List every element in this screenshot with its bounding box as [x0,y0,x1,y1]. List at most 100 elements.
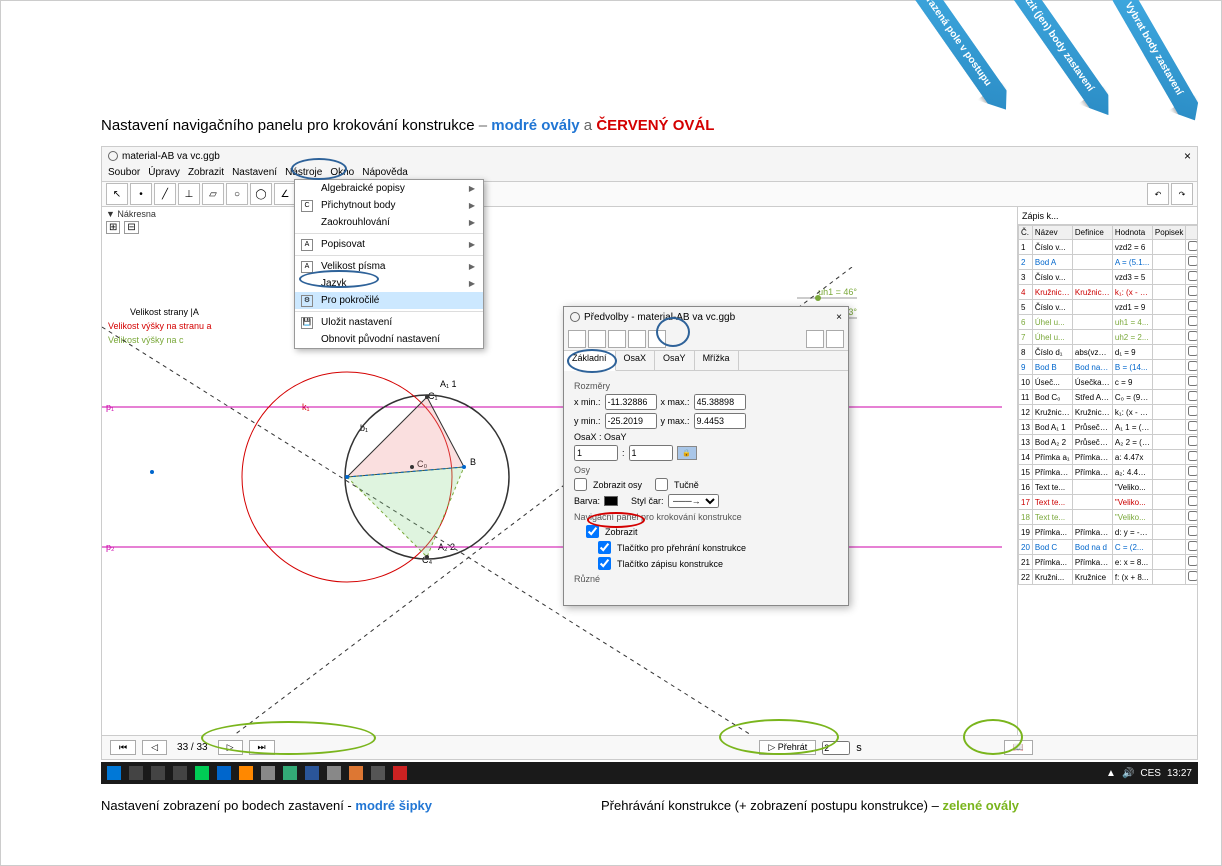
tool-point[interactable]: • [130,183,152,205]
table-row[interactable]: 14Přímka a₁Přímka vedenáa: 4.47x [1019,450,1198,465]
close-button[interactable]: × [1184,149,1191,163]
breakpoint-checkbox[interactable] [1188,496,1197,506]
table-row[interactable]: 21Přímka...Přímka bodeme: x = 8... [1019,555,1198,570]
taskbar-lang[interactable]: CES [1140,768,1161,779]
breakpoint-checkbox[interactable] [1188,556,1197,566]
nav-last-button[interactable]: ⏭ [249,740,275,755]
table-row[interactable]: 13Bod A₂ 2Průsečík k₁, k₁A₂ 2 = (9.16, [1019,435,1198,450]
ymin-input[interactable] [605,413,657,429]
breakpoint-checkbox[interactable] [1188,316,1197,326]
nav-prev-button[interactable]: ◁ [142,740,167,755]
table-row[interactable]: 9Bod BBod na KružniciB = (14... [1019,360,1198,375]
breakpoint-checkbox[interactable] [1188,481,1197,491]
dropdown-item[interactable]: ⚙Pro pokročilé [295,292,483,309]
nav-next-button[interactable]: ▷ [218,740,243,755]
protocol-table[interactable]: Č.NázevDefiniceHodnotaPopisek 1Číslo v..… [1018,225,1197,585]
graphics-view[interactable]: ▼ Nákresna ⊞ ⊟ uh1 = 46° uh2 = 23° Velik… [102,207,1017,735]
taskbar-app6[interactable] [349,766,363,780]
table-row[interactable]: 2Bod AA = (5.1... [1019,255,1198,270]
menu-zobrazit[interactable]: Zobrazit [188,167,224,179]
bold-checkbox[interactable] [655,478,668,491]
prefs-ico-4[interactable] [628,330,646,348]
start-button[interactable] [107,766,121,780]
prefs-tab-mrizka[interactable]: Mřížka [695,351,739,370]
table-row[interactable]: 1Číslo v...vzd2 = 6 [1019,240,1198,255]
table-row[interactable]: 17Text te..."Veliko... [1019,495,1198,510]
taskbar-network-icon[interactable]: 🔊 [1122,768,1134,779]
breakpoint-checkbox[interactable] [1188,256,1197,266]
breakpoint-checkbox[interactable] [1188,541,1197,551]
table-row[interactable]: 16Text te..."Veliko... [1019,480,1198,495]
breakpoint-checkbox[interactable] [1188,421,1197,431]
breakpoint-checkbox[interactable] [1188,376,1197,386]
taskbar-ie[interactable] [217,766,231,780]
prefs-ico-1[interactable] [568,330,586,348]
prefs-ico-7[interactable] [826,330,844,348]
table-row[interactable]: 3Číslo v...vzd3 = 5 [1019,270,1198,285]
breakpoint-checkbox[interactable] [1188,286,1197,296]
prefs-tab-osax[interactable]: OsaX [616,351,656,370]
taskbar-word[interactable] [305,766,319,780]
taskbar-tray-icon[interactable]: ▲ [1106,768,1116,779]
taskbar-app2[interactable] [239,766,253,780]
undo-button[interactable]: ↶ [1147,183,1169,205]
breakpoint-checkbox[interactable] [1188,571,1197,581]
navpanel-record-checkbox[interactable] [598,557,611,570]
taskbar-clock[interactable]: 13:27 [1167,768,1192,779]
protocol-header-cell[interactable]: Popisek [1152,226,1185,240]
breakpoint-checkbox[interactable] [1188,361,1197,371]
nav-play-button[interactable]: ▷ Přehrát [759,740,816,755]
dropdown-item[interactable]: Zaokrouhlování▶ [295,214,483,231]
xmax-input[interactable] [694,394,746,410]
table-row[interactable]: 19Přímka...Přímka vedenád: y = -4... [1019,525,1198,540]
breakpoint-checkbox[interactable] [1188,451,1197,461]
table-row[interactable]: 7Úhel u...uh2 = 2... [1019,330,1198,345]
xmin-input[interactable] [605,394,657,410]
menu-okno[interactable]: Okno [330,167,354,179]
tool-angle[interactable]: ∠ [274,183,296,205]
protocol-header-cell[interactable]: Definice [1072,226,1112,240]
table-row[interactable]: 13Bod A₁ 1Průsečík k₁, k₁A₁ 1 = (9.16, [1019,420,1198,435]
prefs-ico-3[interactable] [608,330,626,348]
breakpoint-checkbox[interactable] [1188,301,1197,311]
prefs-tab-zakladni[interactable]: Základní [564,351,616,371]
protocol-header-cell[interactable] [1186,226,1197,240]
ratio-lock-button[interactable]: 🔒 [677,446,697,460]
taskbar-app5[interactable] [327,766,341,780]
dropdown-item[interactable]: Algebraické popisy▶ [295,180,483,197]
table-row[interactable]: 12Kružnice k₁Kružnice bodem Ak₁: (x - 9.… [1019,405,1198,420]
menu-upravy[interactable]: Úpravy [148,167,180,179]
menu-nastaveni[interactable]: Nastavení [232,167,277,179]
dropdown-item[interactable]: Obnovit původní nastavení [295,331,483,348]
nav-speed-input[interactable] [822,741,850,755]
dropdown-item[interactable]: CPřichytnout body▶ [295,197,483,214]
table-row[interactable]: 15Přímka a₂Přímka vedenáa₂: 4.47x - 5y = [1019,465,1198,480]
menu-nastroje[interactable]: Nástroje [285,167,322,179]
prefs-ico-6[interactable] [806,330,824,348]
tool-circle[interactable]: ○ [226,183,248,205]
linestyle-select[interactable]: ───→ [668,494,719,508]
navpanel-play-checkbox[interactable] [598,541,611,554]
color-swatch[interactable] [604,496,618,506]
table-row[interactable]: 18Text te..."Veliko... [1019,510,1198,525]
dropdown-item[interactable]: AVelikost písma▶ [295,258,483,275]
table-row[interactable]: 8Číslo d₁abs(vzd1)d₁ = 9 [1019,345,1198,360]
taskbar-app7[interactable] [371,766,385,780]
table-row[interactable]: 11Bod C₀Střed A, BC₀ = (9.66, [1019,390,1198,405]
protocol-header-cell[interactable]: Hodnota [1112,226,1152,240]
dropdown-item[interactable]: Jazyk▶ [295,275,483,292]
navpanel-show-checkbox[interactable] [586,525,599,538]
prefs-ico-5[interactable] [648,330,666,348]
table-row[interactable]: 4Kružnice k₁Kružnice sek₁: (x - 5.16)²+ [1019,285,1198,300]
dropdown-item[interactable]: 💾Uložit nastavení [295,314,483,331]
table-row[interactable]: 5Číslo v...vzd1 = 9 [1019,300,1198,315]
tool-ellipse[interactable]: ◯ [250,183,272,205]
axes-toggle[interactable]: ⊞ [106,221,120,234]
taskbar-app1[interactable] [195,766,209,780]
redo-button[interactable]: ↷ [1171,183,1193,205]
ymax-input[interactable] [694,413,746,429]
breakpoint-checkbox[interactable] [1188,406,1197,416]
breakpoint-checkbox[interactable] [1188,391,1197,401]
grid-toggle[interactable]: ⊟ [124,221,138,234]
taskbar-app8[interactable] [393,766,407,780]
